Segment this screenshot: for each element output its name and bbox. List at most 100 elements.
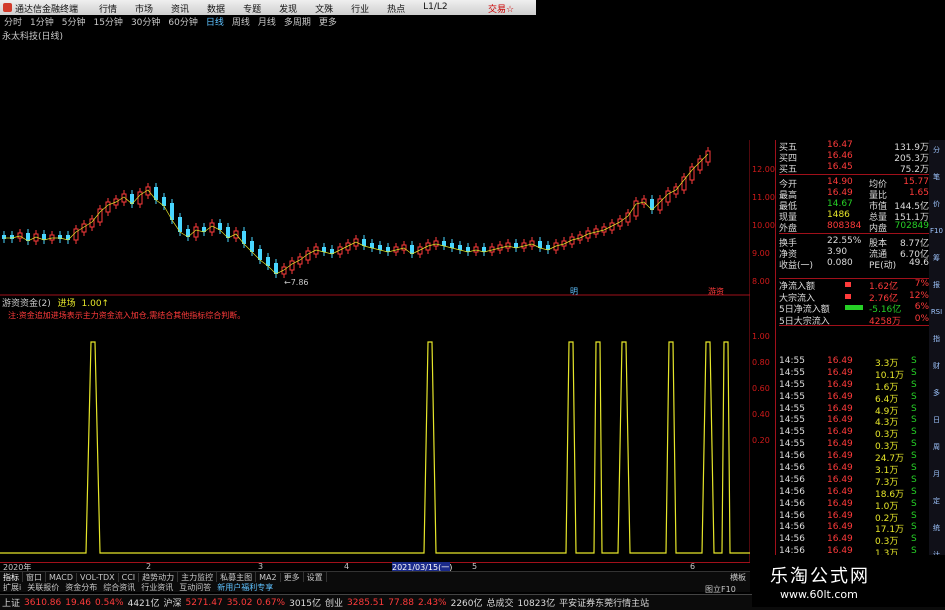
quote-value: 14.67 [827,199,853,209]
quote-value: 808384 [827,221,862,231]
quote-row: 今开 14.90 均价 15.77 [779,177,929,190]
sidebar-button[interactable]: 报 [930,279,943,291]
info-tab[interactable]: 互动问答 [176,582,214,593]
info-tab[interactable]: 扩展ⅰ [0,582,24,593]
sidebar-button[interactable]: 筹 [930,252,943,264]
window-title: 通达信金融终端 [15,5,79,15]
quote-label-2: PE(动) [869,261,897,271]
tick-time: 14:56 [779,498,805,509]
tick-side: S [911,391,917,402]
quote-value: 0.080 [827,258,853,268]
flow-row: 5日净流入额 -5.16亿 6% [779,302,929,315]
menu-item[interactable]: 热点 [378,2,414,15]
menu-item[interactable]: 资讯 [162,2,198,15]
price-label: 12.00 [752,165,775,174]
f10-tab[interactable]: 图立F10 [705,585,736,594]
indicator-label: 进场 [57,299,76,309]
menu-item[interactable]: 行业 [342,2,378,15]
flow-label: 5日大宗流入 [779,316,830,327]
sidebar-button[interactable]: 价 [930,198,943,210]
tick-time: 14:55 [779,403,805,414]
period-10[interactable]: 更多 [315,15,341,28]
menu-item[interactable]: 文殊 [306,2,342,15]
sidebar-button[interactable]: 日 [930,414,943,426]
sidebar-button[interactable]: 指 [930,333,943,345]
info-tab[interactable]: 行业资讯 [138,582,176,593]
sidebar-button[interactable]: RSI [930,306,943,318]
quote-label: 外盘 [779,224,798,234]
period-0[interactable]: 分时 [0,15,26,28]
tick-price: 16.49 [827,427,853,438]
sidebar-button[interactable]: 统 [930,522,943,534]
quote-value: 1486 [827,210,850,220]
sidebar-button[interactable]: 分 [930,144,943,156]
status-item: 2260亿 [450,599,483,609]
candle-body [633,200,639,217]
sidebar-button[interactable]: 月 [930,468,943,480]
status-item: 3015亿 [289,599,321,609]
info-tab[interactable]: 综合资讯 [100,582,138,593]
sidebar-button[interactable]: 定 [930,495,943,507]
flow-row: 大宗流入 2.76亿 12% [779,291,929,304]
period-3[interactable]: 15分钟 [89,15,126,28]
quote-row: 买五 16.45 75.2万 [779,162,929,175]
status-item: 5271.47 [185,597,223,608]
period-4[interactable]: 30分钟 [127,15,164,28]
quote-separator [779,233,929,234]
candle-body [665,190,671,203]
period-1[interactable]: 1分钟 [26,15,58,28]
tick-price: 16.49 [827,534,853,545]
date-tick: 2 [146,562,152,571]
indicator-axis-label: 0.40 [752,410,770,419]
indicator-name: 游资资金(2) [2,299,51,309]
period-7[interactable]: 周线 [228,15,254,28]
tick-price: 16.49 [827,474,853,485]
flow-row: 5日大宗流入 4258万 0% [779,314,929,327]
candle-body [73,228,79,241]
period-9[interactable]: 多周期 [280,15,315,28]
sidebar-button[interactable]: 多 [930,387,943,399]
flow-bar [845,293,851,299]
info-tab[interactable]: 关联报价 [24,582,62,593]
tick-time: 14:55 [779,379,805,390]
sidebar-button[interactable]: 周 [930,441,943,453]
quote-value: 22.55% [827,236,862,246]
menu-item[interactable]: 数据 [198,2,234,15]
period-5[interactable]: 60分钟 [164,15,201,28]
watermark-url: www.60lt.com [780,588,858,601]
quote-label: 买五 [779,165,798,175]
menu-item[interactable]: L1/L2 [414,2,457,15]
candle-body [322,247,326,252]
menu-item[interactable]: 行情 [90,2,126,15]
period-6[interactable]: 日线 [202,15,228,28]
capital-flow-panel: 净流入额 1.62亿 7% 大宗流入 2.76亿 12% 5日净流入额 -5.16亿 6% 5日大… [779,278,929,327]
tick-side: S [911,498,917,509]
tick-list[interactable]: 14:55 16.49 3.3万 S 14:55 16.49 10.1万 S 14:55 16.4… [779,356,929,583]
sidebar-button[interactable]: 笔 [930,171,943,183]
info-tab[interactable]: 资金分布 [62,582,100,593]
menu-item[interactable]: 市场 [126,2,162,15]
period-8[interactable]: 月线 [254,15,280,28]
status-item: 上证 [2,599,21,609]
menu-item[interactable]: 发现 [270,2,306,15]
tick-side: S [911,534,917,545]
candlestick-chart[interactable]: ←7.86 [0,140,750,320]
candle-body [514,243,518,248]
layout-tab[interactable]: 横板 [730,572,746,583]
tick-row: 14:56 16.49 18.6万 S [779,487,929,500]
status-item: 创业 [325,599,344,609]
trade-link[interactable]: 交易☆ [488,2,514,15]
indicator-chart[interactable] [0,300,750,562]
stock-name: 永太科技(日线) [2,32,64,42]
tick-row: 14:55 16.49 1.6万 S [779,379,929,393]
info-tab[interactable]: 新用户福利专享 [214,582,276,593]
sidebar-button[interactable]: F10 [930,225,943,237]
menu-item[interactable]: 专题 [234,2,270,15]
period-2[interactable]: 5分钟 [58,15,90,28]
indicator-axis-label: 0.20 [752,436,770,445]
candle-body [66,235,70,240]
quote-row: 最低 14.67 市值 144.5亿 [779,199,929,212]
sidebar-button[interactable]: 财 [930,360,943,372]
quote-volume: 75.2万 [899,165,929,175]
candle-body [193,226,199,238]
